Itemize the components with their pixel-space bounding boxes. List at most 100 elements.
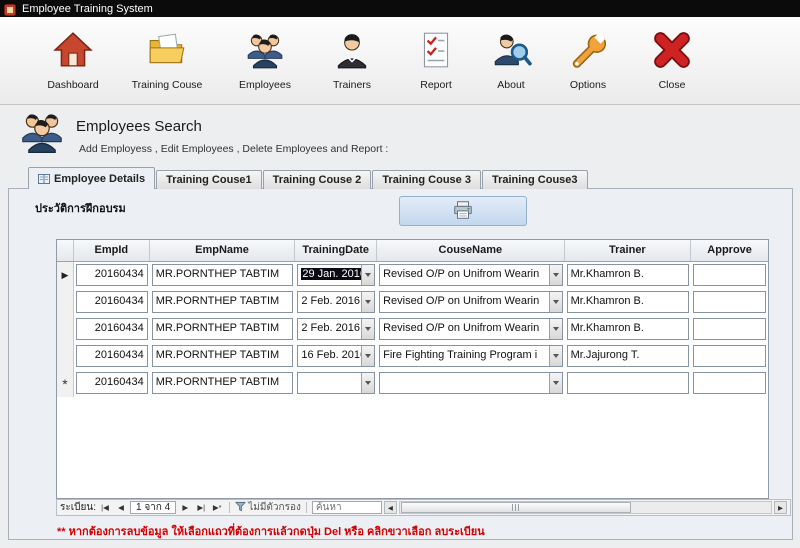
scroll-left-arrow-icon[interactable]: ◀ (384, 501, 397, 514)
dropdown-arrow-icon[interactable] (361, 346, 374, 366)
toolbar-button-options[interactable]: Options (542, 29, 634, 91)
printer-icon (452, 199, 474, 224)
trainer-field[interactable]: Mr.Khamron B. (567, 264, 690, 286)
cell-trainingdate: 29 Jan. 2016 (295, 262, 377, 289)
dropdown-arrow-icon[interactable] (361, 265, 374, 285)
trainer-field[interactable]: Mr.Jajurong T. (567, 345, 690, 367)
tab-employee-details[interactable]: Employee Details (28, 167, 155, 189)
approve-field[interactable] (693, 318, 766, 340)
empid-field[interactable]: 20160434 (76, 372, 148, 394)
empname-field[interactable]: MR.PORNTHEP TABTIM (152, 264, 294, 286)
tab-label: Employee Details (54, 173, 145, 185)
first-record-button[interactable]: |◀ (98, 501, 112, 514)
cell-trainingdate (295, 370, 377, 397)
empname-field[interactable]: MR.PORNTHEP TABTIM (152, 372, 294, 394)
tab-training-couse1[interactable]: Training Couse1 (156, 170, 262, 189)
dropdown-arrow-icon[interactable] (361, 319, 374, 339)
tab-label: Training Couse1 (166, 174, 252, 186)
column-header-trainer[interactable]: Trainer (565, 240, 692, 261)
print-button[interactable] (399, 196, 527, 226)
empid-field[interactable]: 20160434 (76, 291, 148, 313)
cell-empid: 20160434 (74, 289, 150, 316)
cousename-combobox[interactable] (379, 372, 562, 394)
filter-funnel-icon[interactable] (235, 501, 246, 515)
dropdown-arrow-icon[interactable] (549, 265, 562, 285)
column-header-empname[interactable]: EmpName (150, 240, 296, 261)
employees-group-icon (14, 108, 70, 156)
cell-approve (691, 316, 768, 343)
approve-field[interactable] (693, 372, 766, 394)
cousename-combobox[interactable]: Fire Fighting Training Program i (379, 345, 562, 367)
row-selector[interactable]: ▶ (57, 262, 74, 289)
trainingdate-combobox[interactable] (297, 372, 375, 394)
column-header-empid[interactable]: EmpId (74, 240, 150, 261)
filter-status[interactable]: ไม่มีตัวกรอง (248, 500, 301, 515)
cell-empid: 20160434 (74, 343, 150, 370)
row-selector-new[interactable]: * (57, 370, 74, 397)
search-input[interactable] (312, 501, 382, 514)
trainingdate-combobox[interactable]: 2 Feb. 2016 (297, 318, 375, 340)
trainingdate-combobox[interactable]: 29 Jan. 2016 (297, 264, 375, 286)
cell-cousename: Revised O/P on Unifrom Wearin (377, 289, 564, 316)
trainer-icon (331, 29, 373, 71)
row-selector[interactable] (57, 343, 74, 370)
tab-training-couse3[interactable]: Training Couse 3 (372, 170, 481, 189)
dropdown-arrow-icon[interactable] (549, 373, 562, 393)
column-header-cousename[interactable]: CouseName (377, 240, 564, 261)
tab-training-couse3b[interactable]: Training Couse3 (482, 170, 588, 189)
toolbar-label: Dashboard (27, 79, 119, 91)
scrollbar-thumb[interactable] (401, 502, 631, 513)
toolbar-button-dashboard[interactable]: Dashboard (27, 29, 119, 91)
dropdown-arrow-icon[interactable] (549, 319, 562, 339)
empid-field[interactable]: 20160434 (76, 318, 148, 340)
empid-field[interactable]: 20160434 (76, 345, 148, 367)
column-header-approve[interactable]: Approve (691, 240, 768, 261)
cell-empid: 20160434 (74, 370, 150, 397)
dropdown-arrow-icon[interactable] (549, 292, 562, 312)
new-record-button[interactable]: ▶* (210, 501, 224, 514)
grid-header-row: EmpId EmpName TrainingDate CouseName Tra… (57, 240, 768, 262)
horizontal-scrollbar[interactable] (399, 501, 772, 514)
dropdown-arrow-icon[interactable] (361, 373, 374, 393)
cousename-combobox[interactable]: Revised O/P on Unifrom Wearin (379, 318, 562, 340)
cell-empname: MR.PORNTHEP TABTIM (150, 262, 296, 289)
dropdown-arrow-icon[interactable] (361, 292, 374, 312)
tab-label: Training Couse 2 (273, 174, 362, 186)
page-title: Employees Search (76, 118, 202, 135)
dropdown-arrow-icon[interactable] (549, 346, 562, 366)
scroll-right-arrow-icon[interactable]: ▶ (774, 501, 787, 514)
toolbar-button-training-couse[interactable]: Training Couse (121, 29, 213, 91)
empname-field[interactable]: MR.PORNTHEP TABTIM (152, 291, 294, 313)
trainingdate-combobox[interactable]: 16 Feb. 2016 (297, 345, 375, 367)
next-record-button[interactable]: ▶ (178, 501, 192, 514)
tab-training-couse2[interactable]: Training Couse 2 (263, 170, 372, 189)
cell-cousename: Revised O/P on Unifrom Wearin (377, 262, 564, 289)
empname-field[interactable]: MR.PORNTHEP TABTIM (152, 345, 294, 367)
toolbar-label: Trainers (306, 79, 398, 91)
approve-field[interactable] (693, 291, 766, 313)
column-header-selector[interactable] (57, 240, 74, 261)
close-icon (651, 29, 693, 71)
toolbar-label: Options (542, 79, 634, 91)
trainer-field[interactable]: Mr.Khamron B. (567, 318, 690, 340)
empname-field[interactable]: MR.PORNTHEP TABTIM (152, 318, 294, 340)
trainer-field[interactable] (567, 372, 690, 394)
trainingdate-combobox[interactable]: 2 Feb. 2016 (297, 291, 375, 313)
column-header-trainingdate[interactable]: TrainingDate (295, 240, 377, 261)
record-label: ระเบียน: (60, 500, 96, 515)
cell-trainer: Mr.Khamron B. (565, 262, 692, 289)
cousename-combobox[interactable]: Revised O/P on Unifrom Wearin (379, 264, 562, 286)
trainer-field[interactable]: Mr.Khamron B. (567, 291, 690, 313)
last-record-button[interactable]: ▶| (194, 501, 208, 514)
toolbar-button-trainers[interactable]: Trainers (306, 29, 398, 91)
cousename-text: Revised O/P on Unifrom Wearin (383, 322, 539, 334)
previous-record-button[interactable]: ◀ (114, 501, 128, 514)
toolbar-button-close[interactable]: Close (626, 29, 718, 91)
row-selector[interactable] (57, 289, 74, 316)
cousename-combobox[interactable]: Revised O/P on Unifrom Wearin (379, 291, 562, 313)
approve-field[interactable] (693, 264, 766, 286)
toolbar-button-employees[interactable]: Employees (219, 29, 311, 91)
empid-field[interactable]: 20160434 (76, 264, 148, 286)
row-selector[interactable] (57, 316, 74, 343)
approve-field[interactable] (693, 345, 766, 367)
